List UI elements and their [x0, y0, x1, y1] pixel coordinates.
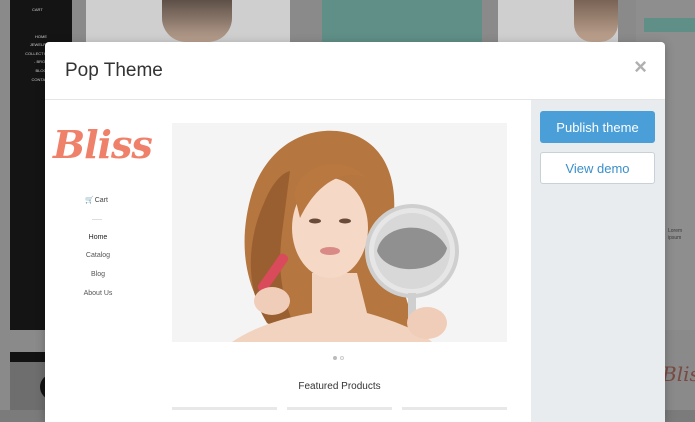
background-theme-card-bottom — [10, 352, 66, 410]
view-demo-button[interactable]: View demo — [540, 152, 655, 184]
background-theme-thumbnail-2 — [498, 0, 618, 42]
carousel-dot-1[interactable] — [333, 356, 337, 360]
background-teal-thumbnail — [322, 0, 482, 42]
modal-header: Pop Theme × — [45, 42, 665, 100]
preview-nav-about-us[interactable]: About Us — [45, 290, 151, 297]
woman-with-mirror-photo — [172, 123, 507, 342]
modal-title: Pop Theme — [65, 60, 163, 81]
bg-dark-strip — [10, 352, 50, 362]
background-theme-thumbnail — [86, 0, 290, 42]
bg-card-text: Lorem ipsum — [668, 228, 683, 241]
preview-cart-link[interactable]: 🛒Cart — [85, 196, 108, 204]
preview-nav-catalog[interactable]: Catalog — [45, 252, 151, 259]
hero-image — [172, 123, 507, 342]
bg-cart-link: CART — [32, 7, 43, 12]
publish-theme-button[interactable]: Publish theme — [540, 111, 655, 143]
modal-body: Bliss 🛒Cart Home Catalog Blog About Us F… — [45, 100, 665, 422]
cart-icon: 🛒 — [85, 197, 94, 204]
preview-nav-home[interactable]: Home — [45, 234, 151, 241]
action-sidebar: Publish theme View demo — [531, 100, 665, 422]
preview-nav-blog[interactable]: Blog — [45, 271, 151, 278]
close-icon[interactable]: × — [634, 56, 647, 78]
carousel-dot-2[interactable] — [340, 356, 344, 360]
theme-preview: Bliss 🛒Cart Home Catalog Blog About Us F… — [45, 100, 531, 422]
bg-bliss-logo: Bliss — [662, 362, 695, 386]
featured-products-heading: Featured Products — [298, 381, 381, 392]
preview-logo[interactable]: Bliss — [53, 122, 153, 167]
carousel-indicators — [333, 347, 347, 365]
bg-model-photo-2 — [574, 0, 618, 42]
cart-label: Cart — [94, 197, 108, 204]
nav-divider — [92, 219, 102, 220]
bg-nav-home: HOME — [35, 33, 47, 39]
bg-model-photo — [162, 0, 232, 42]
background-teal-banner — [644, 18, 695, 32]
theme-preview-modal: Pop Theme × Bliss 🛒Cart Home Catalog Blo… — [45, 42, 665, 422]
